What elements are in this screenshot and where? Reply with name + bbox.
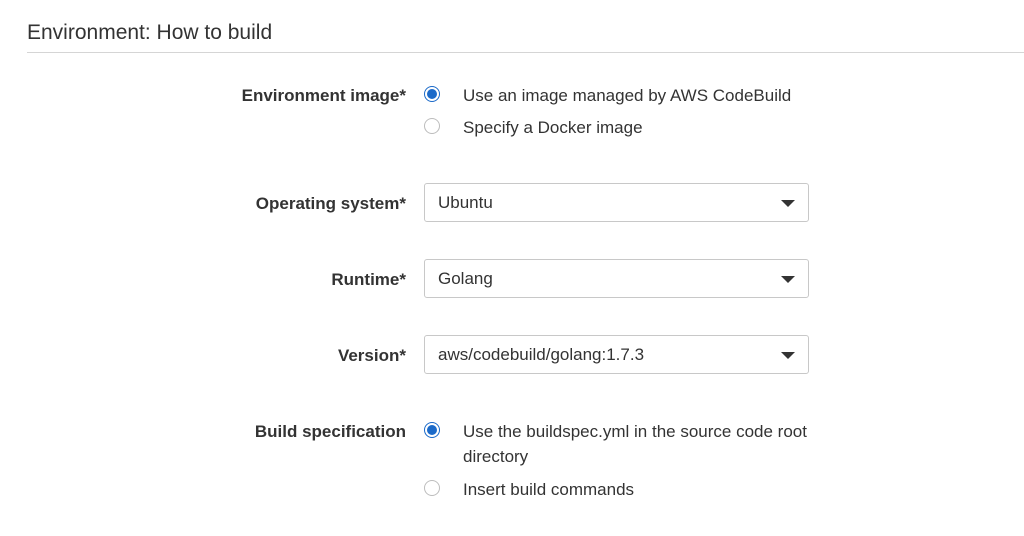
chevron-down-icon [781, 352, 795, 359]
build-specification-label: Build specification [254, 422, 406, 441]
build-spec-option-label: Insert build commands [463, 480, 635, 499]
radio-unselected-icon[interactable] [424, 118, 440, 134]
environment-image-option-label: Specify a Docker image [463, 118, 643, 137]
runtime-select[interactable]: Golang [424, 259, 809, 298]
runtime-label: Runtime* [331, 270, 406, 289]
version-value: aws/codebuild/golang:1.7.3 [438, 345, 645, 364]
build-spec-option-label: Use the buildspec.yml in the source code… [463, 422, 807, 466]
environment-image-option-docker[interactable]: Specify a Docker image [424, 115, 843, 140]
version-select[interactable]: aws/codebuild/golang:1.7.3 [424, 335, 809, 374]
build-spec-option-commands[interactable]: Insert build commands [424, 477, 843, 502]
operating-system-label: Operating system* [255, 194, 406, 213]
chevron-down-icon [781, 276, 795, 283]
environment-image-option-label: Use an image managed by AWS CodeBuild [463, 86, 792, 105]
section-title: Environment: How to build [27, 21, 273, 44]
operating-system-select[interactable]: Ubuntu [424, 183, 809, 222]
radio-selected-icon[interactable] [424, 422, 440, 438]
chevron-down-icon [781, 200, 795, 207]
radio-unselected-icon[interactable] [424, 480, 440, 496]
runtime-value: Golang [438, 269, 493, 288]
environment-image-option-managed[interactable]: Use an image managed by AWS CodeBuild [424, 83, 843, 108]
environment-build-panel: Environment: How to build Environment im… [0, 0, 1024, 536]
operating-system-value: Ubuntu [438, 193, 493, 212]
environment-image-label: Environment image* [241, 86, 406, 105]
radio-selected-icon[interactable] [424, 86, 440, 102]
section-divider [27, 52, 1024, 53]
version-label: Version* [337, 346, 406, 365]
build-spec-option-buildspec[interactable]: Use the buildspec.yml in the source code… [424, 419, 843, 469]
